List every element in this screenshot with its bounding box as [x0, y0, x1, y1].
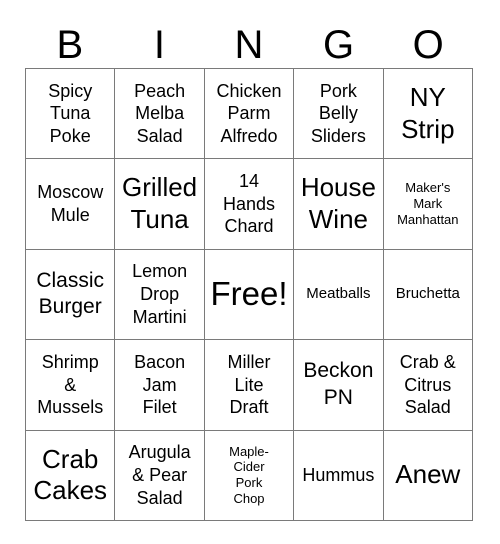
bingo-cell-label: Crab Cakes — [33, 443, 108, 506]
bingo-cell-label: Miller Lite Draft — [227, 351, 271, 418]
bingo-cell-label: NY Strip — [401, 81, 455, 144]
bingo-header-letter-b: B — [56, 23, 84, 67]
bingo-cell-label: Peach Melba Salad — [134, 80, 186, 147]
bingo-cell-free-space[interactable]: Free! — [204, 249, 295, 341]
bingo-cell-n1[interactable]: Chicken Parm Alfredo — [204, 69, 295, 160]
bingo-cell-label: Maple- Cider Pork Chop — [229, 443, 269, 507]
bingo-cell-i1[interactable]: Peach Melba Salad — [115, 69, 205, 160]
bingo-header-letter-n: N — [234, 23, 264, 67]
bingo-cell-b1[interactable]: Spicy Tuna Poke — [26, 69, 116, 160]
bingo-cell-g3[interactable]: Meatballs — [294, 249, 384, 341]
bingo-cell-i2[interactable]: Grilled Tuna — [115, 159, 205, 250]
bingo-cell-label: Classic Burger — [36, 269, 105, 319]
bingo-cell-o2[interactable]: Maker's Mark Manhattan — [383, 159, 473, 250]
bingo-cell-g4[interactable]: Beckon PN — [294, 340, 384, 431]
bingo-cell-label: Spicy Tuna Poke — [48, 80, 93, 147]
bingo-cell-o1[interactable]: NY Strip — [383, 69, 473, 160]
bingo-cell-label: Maker's Mark Manhattan — [397, 180, 459, 228]
bingo-cell-b3[interactable]: Classic Burger — [26, 249, 116, 341]
bingo-cell-label: 14 Hands Chard — [222, 171, 275, 237]
bingo-cell-g1[interactable]: Pork Belly Sliders — [294, 69, 384, 160]
bingo-cell-o4[interactable]: Crab & Citrus Salad — [383, 340, 473, 431]
bingo-cell-b2[interactable]: Moscow Mule — [26, 159, 116, 250]
bingo-cell-label: Shrimp & Mussels — [37, 351, 104, 418]
bingo-cell-label: Arugula & Pear Salad — [128, 442, 191, 508]
bingo-cell-label: Hummus — [302, 464, 375, 485]
bingo-cell-label: Chicken Parm Alfredo — [216, 80, 282, 147]
bingo-header-letter-g: G — [323, 23, 355, 67]
bingo-cell-label: Lemon Drop Martini — [132, 261, 188, 327]
bingo-header-row: B I N G O — [25, 22, 473, 68]
bingo-cell-g2[interactable]: House Wine — [294, 159, 384, 250]
bingo-cell-label: House Wine — [300, 172, 376, 235]
bingo-cell-o3[interactable]: Bruchetta — [383, 249, 473, 341]
bingo-cell-label: Meatballs — [306, 285, 371, 303]
bingo-cell-label: Crab & Citrus Salad — [399, 351, 456, 418]
bingo-header-letter-o: O — [412, 23, 444, 67]
bingo-cell-n2[interactable]: 14 Hands Chard — [204, 159, 295, 250]
bingo-cell-label: Beckon PN — [303, 359, 374, 409]
bingo-cell-label: Bruchetta — [395, 285, 460, 303]
bingo-cell-n4[interactable]: Miller Lite Draft — [204, 340, 295, 431]
bingo-cell-label: Moscow Mule — [37, 182, 104, 226]
bingo-cell-i5[interactable]: Arugula & Pear Salad — [115, 430, 205, 521]
bingo-free-space-label: Free! — [210, 275, 288, 313]
bingo-cell-g5[interactable]: Hummus — [294, 430, 384, 521]
bingo-cell-b4[interactable]: Shrimp & Mussels — [26, 340, 116, 431]
bingo-card: B I N G O Spicy Tuna Poke Peach Melba Sa… — [0, 0, 500, 544]
bingo-cell-label: Pork Belly Sliders — [310, 80, 366, 147]
bingo-cell-i3[interactable]: Lemon Drop Martini — [115, 249, 205, 341]
bingo-cell-label: Anew — [395, 459, 461, 490]
bingo-cell-label: Bacon Jam Filet — [134, 351, 186, 418]
bingo-cell-n5[interactable]: Maple- Cider Pork Chop — [204, 430, 295, 521]
bingo-cell-o5[interactable]: Anew — [383, 430, 473, 521]
bingo-cell-i4[interactable]: Bacon Jam Filet — [115, 340, 205, 431]
bingo-grid: Spicy Tuna Poke Peach Melba Salad Chicke… — [25, 68, 473, 521]
bingo-cell-b5[interactable]: Crab Cakes — [26, 430, 116, 521]
bingo-header-letter-i: I — [153, 23, 165, 67]
bingo-cell-label: Grilled Tuna — [122, 172, 198, 235]
